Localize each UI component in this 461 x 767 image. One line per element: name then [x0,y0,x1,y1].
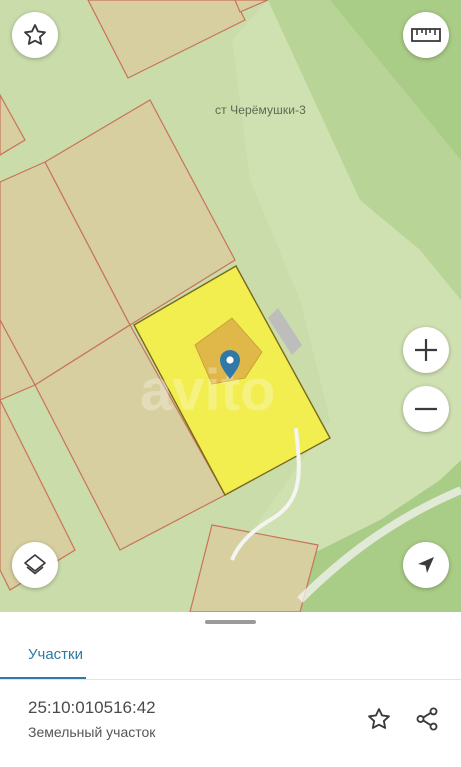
ruler-button[interactable] [403,12,449,58]
star-outline-icon [368,708,390,729]
parcel-type: Земельный участок [28,724,156,740]
plus-icon [415,339,437,361]
zoom-in-button[interactable] [403,327,449,373]
place-label: ст Черёмушки-3 [215,103,306,117]
zoom-out-button[interactable] [403,386,449,432]
favorite-button[interactable] [12,12,58,58]
minus-icon [415,407,437,411]
tab-parcels[interactable]: Участки [0,626,86,680]
share-icon [416,707,438,731]
tab-label: Участки [28,646,83,663]
locate-button[interactable] [403,542,449,588]
map-canvas[interactable]: avito [0,0,461,612]
add-favorite-button[interactable] [363,703,395,735]
share-button[interactable] [411,703,443,735]
watermark: avito [140,358,275,423]
tab-divider [0,679,461,680]
star-outline-icon [24,24,46,45]
parcel-cadastral-number: 25:10:010516:42 [28,698,156,717]
drag-handle[interactable] [205,620,256,624]
bottom-sheet: Участки 25:10:010516:42 Земельный участо… [0,612,461,767]
navigation-arrow-icon [418,557,434,573]
layers-icon [24,554,46,575]
map-view[interactable]: avito ст Черёмушки-3 [0,0,461,612]
ruler-icon [411,28,441,42]
layers-button[interactable] [12,542,58,588]
